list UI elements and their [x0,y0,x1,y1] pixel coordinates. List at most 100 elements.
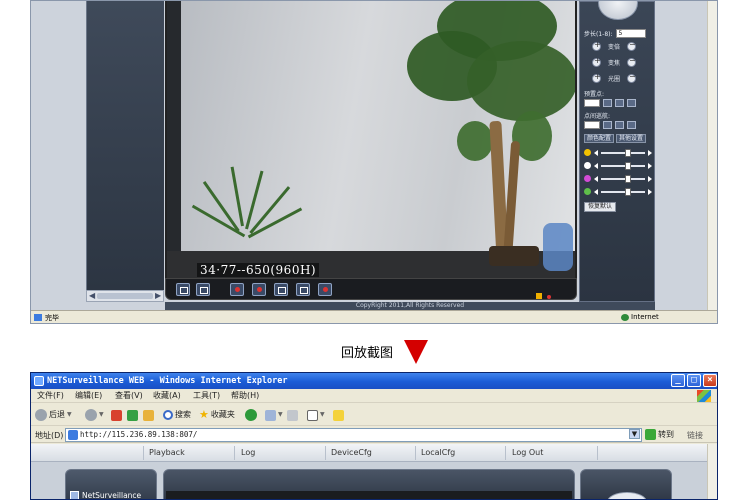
scroll-right-arrow-icon[interactable]: ▶ [155,291,161,301]
ptz-direction-pad[interactable] [598,1,638,20]
slider-knob[interactable] [625,187,632,196]
slider-decrease-icon[interactable] [594,149,598,156]
history-button[interactable] [245,404,257,426]
zoom-in-button[interactable] [592,40,601,51]
reset-defaults-button[interactable]: 恢复默认 [584,202,616,212]
go-button[interactable]: 转到 [645,429,674,440]
cruise-label: 点间巡航: [584,113,611,120]
refresh-button[interactable] [127,404,138,426]
maximize-button[interactable]: □ [687,374,701,387]
stop-button[interactable] [111,404,122,426]
forward-dropdown-icon[interactable]: ▼ [99,404,104,426]
video-tree-foliage [467,41,575,121]
device-tree-scrollbar[interactable]: ◀ ▶ [86,290,164,302]
search-icon [163,410,173,420]
menu-help[interactable]: 帮助(H) [231,389,259,403]
preset-label-row: 预置点: [584,89,604,98]
back-button[interactable]: 后退 ▼ [35,404,72,426]
search-button[interactable]: 搜索 [163,404,191,426]
minimize-button[interactable]: _ [671,374,685,387]
slider-knob[interactable] [625,148,632,157]
menu-tools[interactable]: 工具(T) [193,389,220,403]
menu-view[interactable]: 查看(V) [115,389,143,403]
window-mode-icon[interactable] [196,283,210,296]
menu-edit[interactable]: 编辑(E) [75,389,102,403]
page-vertical-scrollbar[interactable] [707,444,717,499]
back-label: 后退 [49,410,65,419]
tab-color-config[interactable]: 颜色配置 [584,134,615,143]
nav-playback[interactable]: Playback [149,448,185,457]
nav-log[interactable]: Log [241,448,255,457]
close-button[interactable]: × [703,374,717,387]
nav-devicecfg[interactable]: DeviceCfg [331,448,372,457]
mail-button[interactable]: ▼ [265,404,283,426]
talk-icon[interactable] [296,283,310,296]
color-slider[interactable] [601,174,645,183]
slider-knob[interactable] [625,161,632,170]
nav-localcfg[interactable]: LocalCfg [421,448,455,457]
preset-add-icon[interactable] [615,99,624,107]
iris-close-button[interactable] [627,72,636,83]
scroll-left-arrow-icon[interactable]: ◀ [89,291,95,301]
slider-increase-icon[interactable] [648,188,652,195]
color-slider[interactable] [601,161,645,170]
menu-file[interactable]: 文件(F) [37,389,64,403]
fullscreen-icon[interactable] [176,283,190,296]
color-slider[interactable] [601,187,645,196]
focus-row: 变焦 [592,56,636,67]
zoom-out-button[interactable] [627,40,636,51]
focus-label: 变焦 [607,60,620,67]
slider-decrease-icon[interactable] [594,175,598,182]
live-video-frame[interactable]: 34·77--650(960H) [165,1,577,278]
back-dropdown-icon[interactable]: ▼ [67,404,72,426]
print-button[interactable] [287,404,298,426]
slider-increase-icon[interactable] [648,175,652,182]
ptz-direction-pad[interactable] [607,492,647,499]
address-input[interactable]: http://115.236.89.138:807/ [65,428,642,442]
favorites-button[interactable]: ★ 收藏夹 [199,404,235,426]
home-button[interactable] [143,404,154,426]
preset-delete-icon[interactable] [627,99,636,107]
cruise-grid-icon[interactable] [627,121,636,129]
messenger-button[interactable] [333,404,344,426]
scroll-thumb[interactable] [97,293,153,299]
star-icon: ★ [199,408,209,421]
volume-icon[interactable] [536,284,552,303]
mail-dropdown-icon[interactable]: ▼ [278,404,283,426]
slider-increase-icon[interactable] [648,162,652,169]
preset-input[interactable] [584,99,600,107]
zoom-label: 变倍 [607,44,620,51]
focus-out-button[interactable] [627,56,636,67]
edit-button[interactable]: ▼ [307,404,325,426]
nav-logout[interactable]: Log Out [512,448,543,457]
capture-icon[interactable] [274,283,288,296]
preset-goto-icon[interactable] [603,99,612,107]
word-icon [307,409,318,421]
tree-item-netsurveillance[interactable]: NetSurveillance [70,491,141,499]
cruise-stop-icon[interactable] [615,121,624,129]
step-select[interactable]: 5 [615,29,646,38]
menu-favorites[interactable]: 收藏(A) [153,389,181,403]
slider-increase-icon[interactable] [648,149,652,156]
video-frame[interactable] [166,491,572,499]
stop-icon[interactable] [318,283,332,296]
settings-tabs: 颜色配置 其他设置 [584,134,647,143]
cruise-input[interactable] [584,121,600,129]
iris-open-button[interactable] [592,72,601,83]
links-label[interactable]: 链接 [687,430,703,441]
forward-button[interactable]: ▼ [85,404,104,426]
messenger-icon [333,409,344,421]
slider-decrease-icon[interactable] [594,188,598,195]
edit-dropdown-icon[interactable]: ▼ [320,404,325,426]
slider-knob[interactable] [625,174,632,183]
cruise-play-icon[interactable] [603,121,612,129]
slider-decrease-icon[interactable] [594,162,598,169]
copyright-text: CopyRight 2011,All Rights Reserved [165,302,655,310]
address-dropdown-icon[interactable]: ▼ [629,429,640,439]
snapshot-icon[interactable] [252,283,266,296]
color-slider[interactable] [601,148,645,157]
tab-other-settings[interactable]: 其他设置 [616,134,647,143]
focus-in-button[interactable] [592,56,601,67]
page-vertical-scrollbar[interactable] [707,1,717,310]
record-icon[interactable] [230,283,244,296]
